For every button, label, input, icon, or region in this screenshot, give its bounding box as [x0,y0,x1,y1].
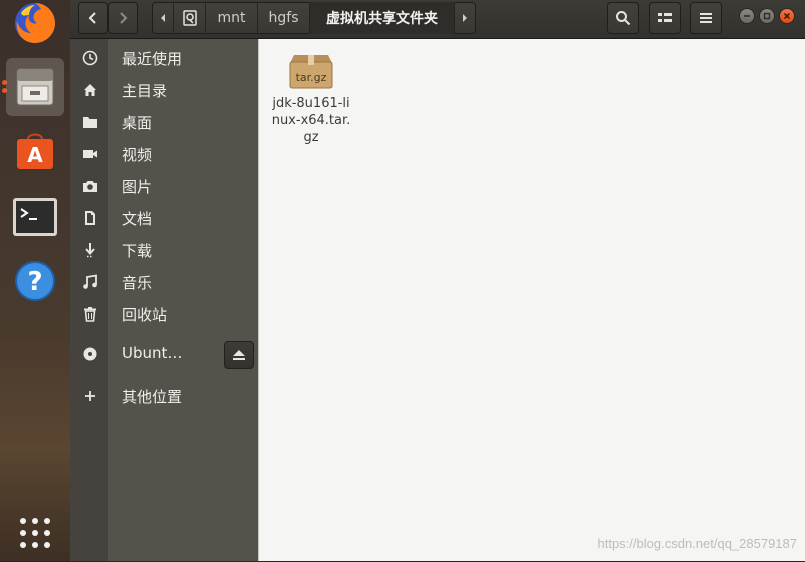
watermark: https://blog.csdn.net/qq_28579187 [597,536,798,551]
view-toggle-button[interactable] [649,2,681,34]
sidebar-item-label: 桌面 [122,114,153,132]
file-view[interactable]: tar.gz jdk-8u161-linux-x64.tar.gz https:… [258,39,805,561]
clock-icon [80,48,100,68]
svg-text:A: A [27,143,43,167]
drive-icon [182,10,197,26]
eject-button[interactable] [224,341,254,369]
archive-icon-label: tar.gz [296,71,327,84]
eject-icon [233,350,245,360]
dock: A ? [0,0,71,561]
path-segment[interactable]: mnt [205,2,257,34]
video-icon [80,144,100,164]
chevron-right-icon [120,12,128,24]
sidebar-item-other-locations[interactable]: 其他位置 [70,381,258,411]
document-icon [80,208,100,228]
svg-text:?: ? [27,267,42,297]
file-name: jdk-8u161-linux-x64.tar.gz [271,96,351,145]
sidebar-item-label: 主目录 [122,82,168,100]
path-segment-current[interactable]: 虚拟机共享文件夹 [309,2,454,34]
terminal-launcher[interactable] [6,188,64,246]
menu-button[interactable] [690,2,722,34]
chevron-left-icon [88,12,96,24]
firefox-launcher[interactable] [6,0,64,52]
hamburger-icon [700,13,712,23]
sidebar-item-label: 回收站 [122,306,168,324]
sidebar-item-pictures[interactable]: 图片 [70,171,258,201]
forward-button[interactable] [108,2,138,34]
sidebar-item-label: 文档 [122,210,153,228]
software-launcher[interactable]: A [6,122,64,180]
triangle-left-icon [161,14,165,22]
show-applications-button[interactable] [6,504,64,562]
music-icon [80,272,100,292]
apps-grid-icon [20,518,50,548]
sidebar-item-label: 最近使用 [122,50,183,68]
sidebar-item-home[interactable]: 主目录 [70,75,258,105]
firefox-icon [15,3,56,43]
sidebar-item-desktop[interactable]: 桌面 [70,107,258,137]
archive-icon: tar.gz [289,55,333,89]
sidebar-item-label: 下载 [122,242,153,260]
sidebar-item-documents[interactable]: 文档 [70,203,258,233]
sidebar-item-label: Ubunt… [122,344,183,362]
path-segment[interactable]: hgfs [257,2,309,34]
search-icon [616,11,631,26]
help-launcher[interactable]: ? [6,252,64,310]
maximize-icon [763,12,771,20]
sidebar-item-label: 视频 [122,146,153,164]
header-bar: mnt hgfs 虚拟机共享文件夹 [70,0,805,39]
path-root-button[interactable] [173,2,205,34]
places-sidebar: 最近使用 主目录 桌面 视频 图片 文档 下载 音乐 回收站 Ubunt… 其他… [70,39,258,561]
help-icon: ? [15,261,55,301]
sidebar-item-music[interactable]: 音乐 [70,267,258,297]
terminal-icon [13,198,57,236]
list-view-icon [658,13,672,22]
path-scroll-left-button[interactable] [153,2,173,34]
sidebar-item-label: 图片 [122,178,153,196]
software-icon: A [17,133,53,169]
minimize-icon [744,15,750,17]
close-button[interactable] [779,8,795,24]
path-scroll-right-button[interactable] [454,2,474,34]
folder-icon [80,112,100,132]
camera-icon [80,176,100,196]
trash-icon [80,304,100,324]
disc-icon [80,344,100,364]
minimize-button[interactable] [739,8,755,24]
sidebar-item-videos[interactable]: 视频 [70,139,258,169]
files-icon [16,68,54,106]
files-launcher[interactable] [6,58,64,116]
file-item[interactable]: tar.gz jdk-8u161-linux-x64.tar.gz [271,49,351,146]
sidebar-item-recent[interactable]: 最近使用 [70,43,258,73]
triangle-right-icon [462,14,467,22]
plus-icon [80,386,100,406]
sidebar-item-label: 音乐 [122,274,153,292]
sidebar-item-downloads[interactable]: 下载 [70,235,258,265]
download-icon [80,240,100,260]
home-icon [80,80,100,100]
close-icon [783,12,791,20]
maximize-button[interactable] [759,8,775,24]
sidebar-item-label: 其他位置 [122,388,183,406]
back-button[interactable] [78,2,108,34]
sidebar-item-trash[interactable]: 回收站 [70,299,258,329]
search-button[interactable] [607,2,639,34]
